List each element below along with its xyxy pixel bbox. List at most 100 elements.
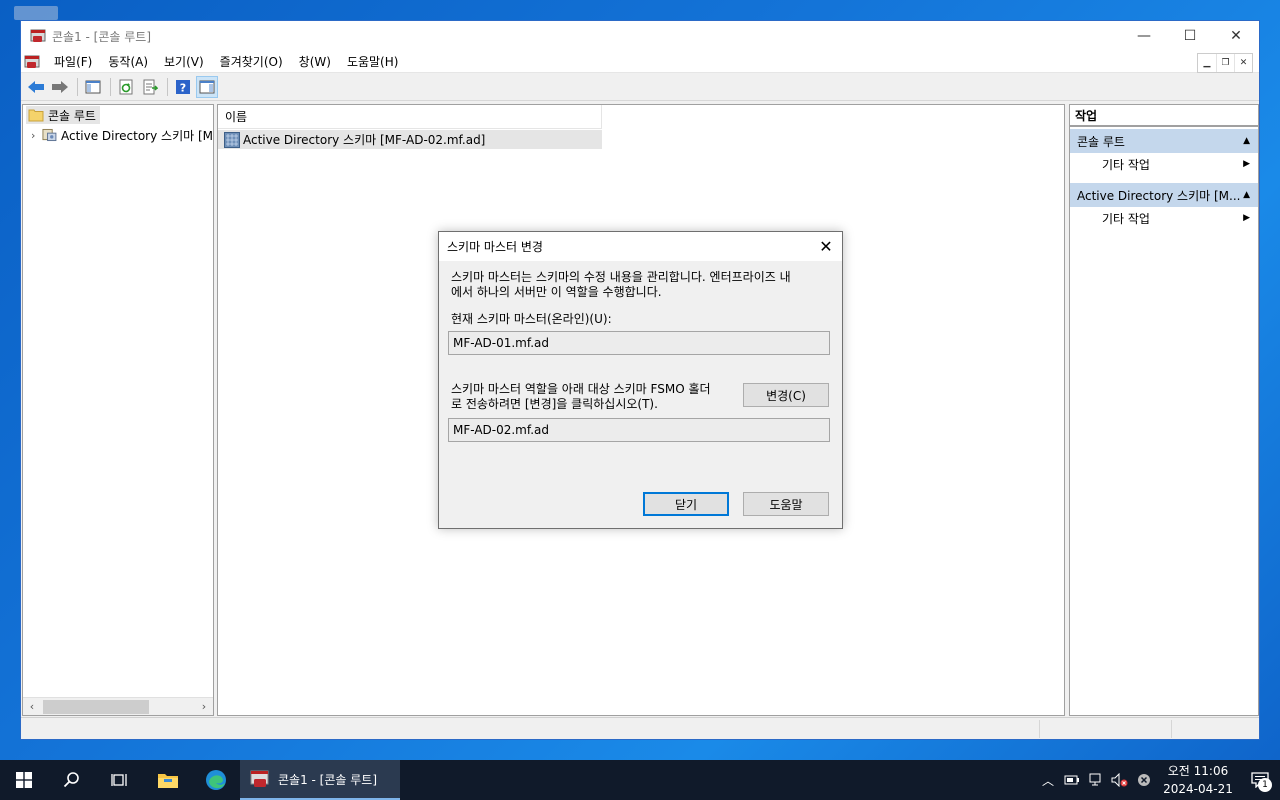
dialog-title-bar[interactable]: 스키마 마스터 변경 ✕ (439, 232, 842, 261)
instruction-line: 로 전송하려면 [변경]을 클릭하십시오(T). (451, 397, 658, 411)
collapse-up-icon[interactable]: ▲ (1243, 190, 1250, 200)
mdi-restore-icon[interactable]: ❐ (1216, 54, 1234, 72)
console-menu-icon[interactable] (24, 54, 40, 70)
notification-count-badge: 1 (1258, 778, 1272, 792)
taskbar: 콘솔1 - [콘솔 루트] ︿ 오전 11:06 2024-04-21 1 (0, 760, 1280, 800)
toolbar-separator (110, 77, 111, 96)
maximize-button[interactable]: ☐ (1167, 21, 1213, 51)
desktop-icon[interactable] (14, 6, 58, 20)
status-bar (21, 717, 1259, 739)
taskbar-app-label: 콘솔1 - [콘솔 루트] (278, 772, 378, 787)
list-item-label: Active Directory 스키마 [MF-AD-02.mf.ad] (243, 133, 486, 147)
menu-help[interactable]: 도움말(H) (339, 53, 407, 70)
taskbar-clock[interactable]: 오전 11:06 2024-04-21 (1156, 762, 1240, 798)
close-dialog-button[interactable]: 닫기 (643, 492, 729, 516)
change-schema-master-dialog: 스키마 마스터 변경 ✕ 스키마 마스터는 스키마의 수정 내용을 관리합니다.… (438, 231, 843, 529)
menu-file[interactable]: 파일(F) (46, 53, 100, 70)
menu-favorites[interactable]: 즐겨찾기(O) (212, 53, 291, 70)
mmc-app-icon (30, 29, 46, 42)
folder-icon (28, 109, 44, 122)
current-master-field[interactable]: MF-AD-01.mf.ad (448, 331, 830, 355)
close-button[interactable]: ✕ (1213, 21, 1259, 51)
volume-muted-icon[interactable] (1108, 760, 1132, 800)
back-arrow-icon (28, 80, 44, 93)
dialog-description: 스키마 마스터는 스키마의 수정 내용을 관리합니다. 엔터프라이즈 내 에서 … (451, 270, 831, 300)
menu-action[interactable]: 동작(A) (100, 53, 156, 70)
show-hide-action-pane-button[interactable] (196, 75, 218, 98)
action-section-ad-schema[interactable]: Active Directory 스키마 [M... ▲ (1070, 183, 1258, 207)
actions-header: 작업 (1070, 105, 1258, 127)
column-header-name[interactable]: 이름 (218, 105, 602, 129)
action-item-label: 기타 작업 (1102, 211, 1150, 226)
submenu-arrow-icon: ▶ (1243, 159, 1250, 169)
show-hidden-icons-icon[interactable]: ︿ (1036, 760, 1060, 800)
start-button[interactable] (0, 760, 48, 800)
edge-button[interactable] (192, 760, 240, 800)
current-master-label: 현재 스키마 마스터(온라인)(U): (451, 312, 612, 326)
task-view-button[interactable] (96, 760, 144, 800)
scroll-right-icon[interactable]: › (195, 700, 213, 713)
action-section-console-root[interactable]: 콘솔 루트 ▲ (1070, 129, 1258, 153)
tree-node-ad-schema[interactable]: › Active Directory 스키마 [M (23, 125, 213, 145)
action-more-actions[interactable]: 기타 작업 ▶ (1070, 207, 1258, 229)
battery-icon[interactable] (1060, 760, 1084, 800)
action-section-title: 콘솔 루트 (1077, 134, 1125, 149)
mdi-close-icon[interactable]: ✕ (1234, 54, 1252, 72)
schema-icon (224, 131, 240, 148)
target-master-field[interactable]: MF-AD-02.mf.ad (448, 418, 830, 442)
clock-time: 오전 11:06 (1167, 764, 1229, 778)
window-title: 콘솔1 - [콘솔 루트] (52, 29, 152, 44)
file-explorer-button[interactable] (144, 760, 192, 800)
help-icon: ? (176, 79, 190, 94)
menu-bar: 파일(F) 동작(A) 보기(V) 즐겨찾기(O) 창(W) 도움말(H) ▁ … (21, 51, 1259, 73)
menu-view[interactable]: 보기(V) (156, 53, 212, 70)
collapse-up-icon[interactable]: ▲ (1243, 136, 1250, 146)
forward-arrow-icon (52, 80, 68, 93)
show-hide-tree-button[interactable] (82, 76, 104, 98)
help-toolbar-button[interactable]: ? (172, 76, 194, 98)
console-tree-icon (85, 80, 101, 93)
status-close-circle-icon[interactable] (1132, 760, 1156, 800)
help-button[interactable]: 도움말 (743, 492, 829, 516)
mmc-app-icon (250, 770, 269, 787)
change-button[interactable]: 변경(C) (743, 383, 829, 407)
dialog-close-icon[interactable]: ✕ (810, 232, 842, 261)
refresh-icon (119, 79, 133, 94)
refresh-button[interactable] (115, 76, 137, 98)
svg-text:?: ? (180, 81, 186, 94)
chevron-right-icon[interactable]: › (31, 129, 42, 142)
system-tray: ︿ 오전 11:06 2024-04-21 1 (1036, 760, 1280, 800)
submenu-arrow-icon: ▶ (1243, 213, 1250, 223)
forward-button[interactable] (49, 76, 71, 98)
network-icon[interactable] (1084, 760, 1108, 800)
console-tree-pane: 콘솔 루트 › Active Directory 스키마 [M ‹ › (22, 104, 214, 716)
scrollbar-thumb[interactable] (43, 699, 149, 714)
description-line: 스키마 마스터는 스키마의 수정 내용을 관리합니다. 엔터프라이즈 내 (451, 270, 791, 284)
title-bar[interactable]: 콘솔1 - [콘솔 루트] — ☐ ✕ (21, 21, 1259, 51)
minimize-button[interactable]: — (1121, 21, 1167, 51)
edge-browser-icon (206, 770, 226, 790)
toolbar-separator (77, 77, 78, 96)
tree-root-label: 콘솔 루트 (48, 108, 96, 123)
clock-date: 2024-04-21 (1163, 782, 1233, 796)
action-section-title: Active Directory 스키마 [M... (1077, 188, 1241, 203)
list-item[interactable]: Active Directory 스키마 [MF-AD-02.mf.ad] (218, 130, 602, 149)
status-segment (1171, 720, 1172, 738)
tree-horizontal-scrollbar[interactable]: ‹ › (23, 697, 213, 715)
instruction-line: 스키마 마스터 역할을 아래 대상 스키마 FSMO 홀더 (451, 382, 711, 396)
description-line: 에서 하나의 서버만 이 역할을 수행합니다. (451, 285, 662, 299)
file-explorer-icon (158, 774, 178, 788)
scroll-left-icon[interactable]: ‹ (23, 700, 41, 713)
action-more-actions[interactable]: 기타 작업 ▶ (1070, 153, 1258, 175)
mdi-minimize-icon[interactable]: ▁ (1198, 54, 1216, 72)
action-item-label: 기타 작업 (1102, 157, 1150, 172)
status-segment (1039, 720, 1040, 738)
export-list-icon (143, 79, 158, 94)
export-list-button[interactable] (139, 76, 161, 98)
tree-node-console-root[interactable]: 콘솔 루트 (23, 105, 213, 125)
search-button[interactable] (48, 760, 96, 800)
taskbar-app-mmc[interactable]: 콘솔1 - [콘솔 루트] (240, 760, 400, 800)
notification-center-button[interactable]: 1 (1240, 760, 1280, 800)
back-button[interactable] (25, 76, 47, 98)
menu-window[interactable]: 창(W) (291, 53, 339, 70)
